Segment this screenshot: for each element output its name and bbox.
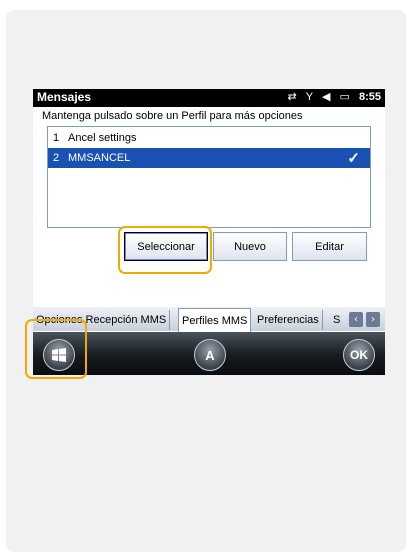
- profile-list[interactable]: 1 Ancel settings 2 MMSANCEL ✓: [47, 126, 371, 228]
- ok-button[interactable]: OK: [343, 339, 375, 371]
- app-title: Mensajes: [37, 90, 92, 104]
- volume-icon[interactable]: ◀: [322, 91, 330, 103]
- start-button-highlight: [25, 319, 87, 379]
- chevron-right-icon[interactable]: ›: [366, 312, 380, 327]
- new-button[interactable]: Nuevo: [213, 232, 287, 261]
- select-button-highlight: [118, 226, 212, 274]
- list-item-number: 2: [53, 152, 60, 164]
- list-item-number: 1: [53, 132, 60, 144]
- tab-preferences[interactable]: Preferencias: [254, 310, 323, 330]
- tab-more[interactable]: S: [330, 310, 343, 330]
- tab-mms-profiles[interactable]: Perfiles MMS: [178, 308, 252, 332]
- list-item-label: Ancel settings: [68, 132, 137, 144]
- sync-icon: ⇄: [287, 91, 297, 103]
- list-item-selected[interactable]: 2 MMSANCEL ✓: [48, 148, 370, 168]
- list-item[interactable]: 1 Ancel settings: [48, 128, 370, 148]
- list-item-label: MMSANCEL: [68, 152, 131, 164]
- signal-icon: Y: [305, 91, 313, 103]
- status-bar: Mensajes ⇄ Y ◀ ▭ 8:55: [33, 89, 385, 107]
- instruction-text: Mantenga pulsado sobre un Perfil para má…: [42, 110, 303, 122]
- checkmark-icon: ✓: [347, 150, 360, 167]
- clock[interactable]: 8:55: [359, 91, 381, 103]
- chevron-left-icon[interactable]: ‹: [349, 312, 363, 327]
- input-method-button[interactable]: A: [194, 339, 226, 371]
- battery-icon: ▭: [339, 91, 350, 103]
- status-icons: ⇄ Y ◀ ▭ 8:55: [281, 90, 381, 103]
- edit-button[interactable]: Editar: [292, 232, 367, 261]
